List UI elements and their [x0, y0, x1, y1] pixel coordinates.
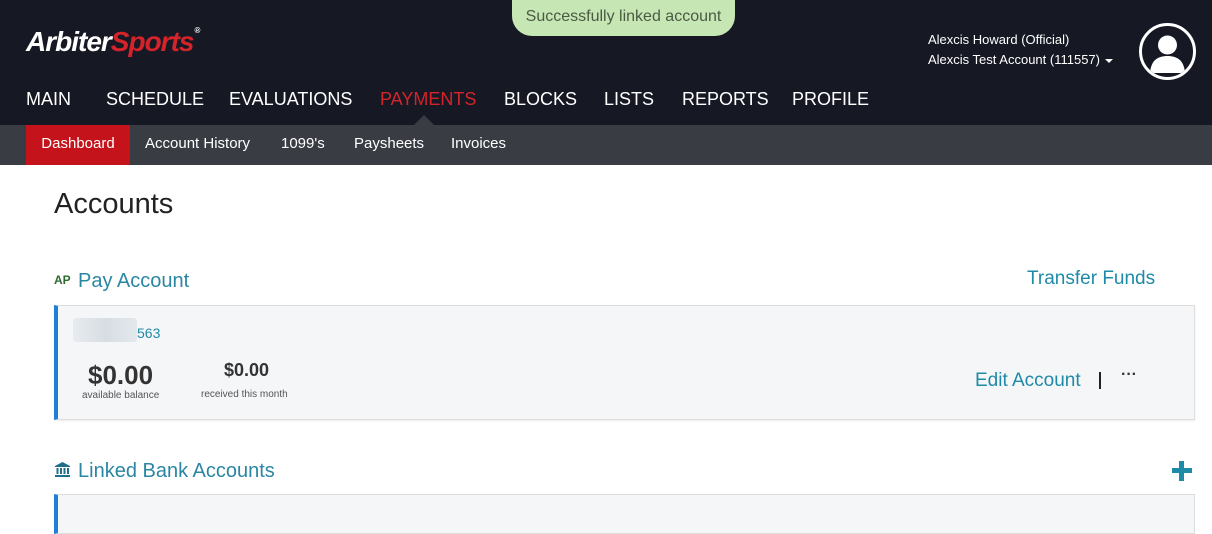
- nav-blocks[interactable]: BLOCKS: [504, 88, 577, 110]
- subnav-dashboard[interactable]: Dashboard: [26, 125, 130, 165]
- sub-nav: Dashboard Account History 1099's Payshee…: [0, 125, 1212, 165]
- user-menu[interactable]: Alexcis Howard (Official) Alexcis Test A…: [928, 30, 1113, 70]
- nav-profile[interactable]: PROFILE: [792, 88, 869, 110]
- ap-badge: AP: [54, 273, 71, 287]
- available-balance-label: available balance: [82, 390, 160, 401]
- nav-schedule[interactable]: SCHEDULE: [106, 88, 204, 110]
- linked-bank-accounts-title: Linked Bank Accounts: [78, 460, 275, 482]
- account-number-suffix[interactable]: 563: [137, 325, 160, 341]
- received-this-month-value: $0.00: [224, 360, 270, 380]
- caret-down-icon: [1104, 58, 1113, 63]
- received-this-month-label: received this month: [201, 389, 288, 400]
- transfer-funds-link[interactable]: Transfer Funds: [1027, 268, 1155, 290]
- subnav-1099s[interactable]: 1099's: [281, 125, 325, 165]
- page-title: Accounts: [54, 188, 174, 220]
- pay-account-title: Pay Account: [78, 270, 190, 292]
- logo-text-sports: Sports: [110, 26, 195, 57]
- user-avatar-icon[interactable]: [1139, 23, 1196, 80]
- nav-lists[interactable]: LISTS: [604, 88, 654, 110]
- subnav-invoices[interactable]: Invoices: [451, 125, 506, 165]
- more-icon[interactable]: ···: [1121, 366, 1137, 384]
- success-toast: Successfully linked account: [512, 0, 735, 36]
- masked-account-number: [73, 318, 137, 342]
- edit-account-button[interactable]: Edit Account: [975, 370, 1081, 392]
- nav-main[interactable]: MAIN: [26, 88, 71, 110]
- plus-icon[interactable]: [1172, 461, 1192, 481]
- nav-payments[interactable]: PAYMENTS: [380, 88, 476, 110]
- pay-account-card: 563 $0.00 available balance $0.00 receiv…: [54, 305, 1195, 420]
- active-nav-pointer: [414, 115, 434, 125]
- bank-icon: [55, 462, 70, 477]
- available-balance-value: $0.00: [88, 360, 154, 390]
- user-account-dropdown[interactable]: Alexcis Test Account (111557): [928, 50, 1113, 70]
- user-account-label: Alexcis Test Account (111557): [928, 52, 1100, 67]
- nav-reports[interactable]: REPORTS: [682, 88, 769, 110]
- logo-text-arbiter: Arbiter: [26, 26, 112, 57]
- nav-evaluations[interactable]: EVALUATIONS: [229, 88, 352, 110]
- subnav-paysheets[interactable]: Paysheets: [354, 125, 424, 165]
- arbitersports-logo[interactable]: ArbiterSports®: [26, 26, 200, 58]
- subnav-account-history[interactable]: Account History: [145, 125, 250, 165]
- linked-bank-card: [54, 494, 1195, 534]
- user-name: Alexcis Howard (Official): [928, 32, 1070, 47]
- logo-trademark: ®: [194, 26, 200, 35]
- action-divider: [1099, 372, 1101, 389]
